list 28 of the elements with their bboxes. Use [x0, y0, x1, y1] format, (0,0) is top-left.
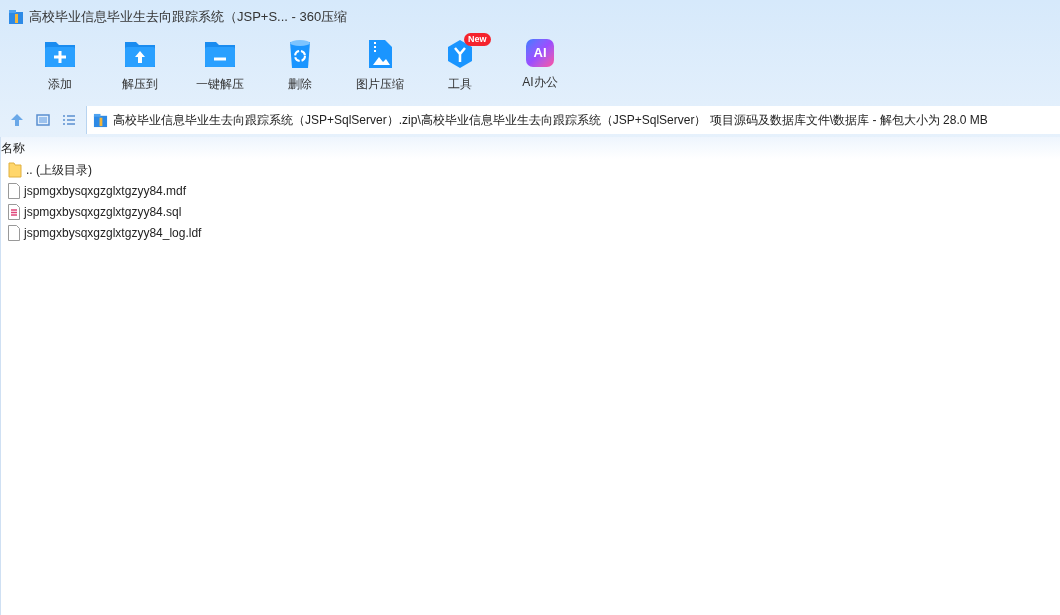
toolbar-button[interactable]: AI AI办公 [500, 39, 580, 91]
address-bar[interactable]: 高校毕业信息毕业生去向跟踪系统（JSP+SqlServer）.zip\高校毕业信息毕业生去向跟踪系统（JSP+SqlServer） 项目源码及数据库文件\数据库 - 解包大小为 28.0 MB [86, 106, 1060, 134]
window-title: 高校毕业信息毕业生去向跟踪系统（JSP+S... - 360压缩 [29, 7, 348, 26]
toolbar-button[interactable]: 图片压缩 [340, 39, 420, 93]
toolbar-button[interactable]: 一键解压 [180, 39, 260, 93]
database-file-icon [8, 203, 20, 220]
toolbar-button[interactable]: 解压到 [100, 39, 180, 93]
folder-plus-icon [44, 39, 76, 69]
column-header[interactable]: 名称 [1, 139, 25, 157]
ai-logo-icon: AI [526, 39, 554, 67]
archive-icon [8, 8, 24, 25]
new-badge: New [464, 33, 491, 46]
toolbar-button[interactable]: 添加 [20, 39, 100, 93]
file-row[interactable]: jspmgxbysqxgzglxtgzyy84.sql [1, 201, 1060, 222]
up-arrow-icon[interactable] [10, 113, 24, 127]
file-row[interactable]: jspmgxbysqxgzglxtgzyy84_log.ldf [1, 222, 1060, 243]
archive-icon [93, 112, 108, 128]
archive-path: 高校毕业信息毕业生去向跟踪系统（JSP+SqlServer）.zip\高校毕业信息毕业生去向跟踪系统（JSP+SqlServer） 项目源码及数据库文件\数据库 - 解包大小为 28.0 MB [113, 112, 988, 129]
file-row[interactable]: jspmgxbysqxgzglxtgzyy84.mdf [1, 180, 1060, 201]
file-row[interactable]: .. (上级目录) [1, 159, 1060, 180]
folder-icon [8, 161, 22, 178]
file-icon [8, 224, 20, 241]
toolbar-button[interactable]: 删除 [260, 39, 340, 93]
list-view-icon[interactable] [62, 113, 76, 127]
preview-icon[interactable] [36, 113, 50, 127]
folder-upload-icon [124, 39, 156, 69]
file-icon [8, 182, 20, 199]
folder-minus-icon [204, 39, 236, 69]
